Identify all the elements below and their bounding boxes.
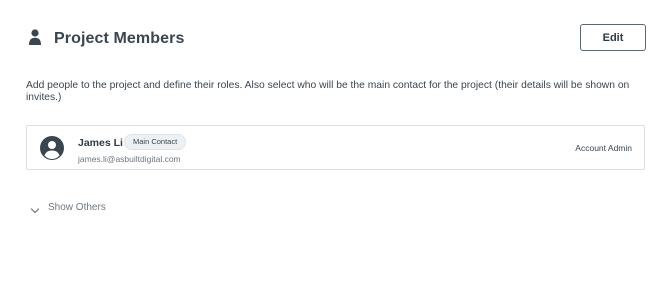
description-text: Add people to the project and define the… <box>26 80 630 103</box>
edit-button[interactable]: Edit <box>580 24 646 51</box>
panel-header: Project Members Edit <box>28 24 646 54</box>
page-title: Project Members <box>54 30 185 47</box>
member-email: james.li@asbuiltdigital.com <box>78 154 181 164</box>
member-role: Account Admin <box>575 143 632 153</box>
member-name: James Li <box>78 137 123 149</box>
show-others-toggle[interactable]: Show Others <box>30 202 106 213</box>
chevron-down-icon <box>30 203 40 213</box>
account-circle-icon <box>40 136 64 160</box>
member-row[interactable]: James Li Main Contact james.li@asbuiltdi… <box>26 125 645 170</box>
project-members-panel: Project Members Edit Add people to the p… <box>0 0 670 296</box>
show-others-label: Show Others <box>48 202 106 213</box>
main-contact-badge: Main Contact <box>124 134 187 150</box>
user-icon <box>28 28 42 46</box>
